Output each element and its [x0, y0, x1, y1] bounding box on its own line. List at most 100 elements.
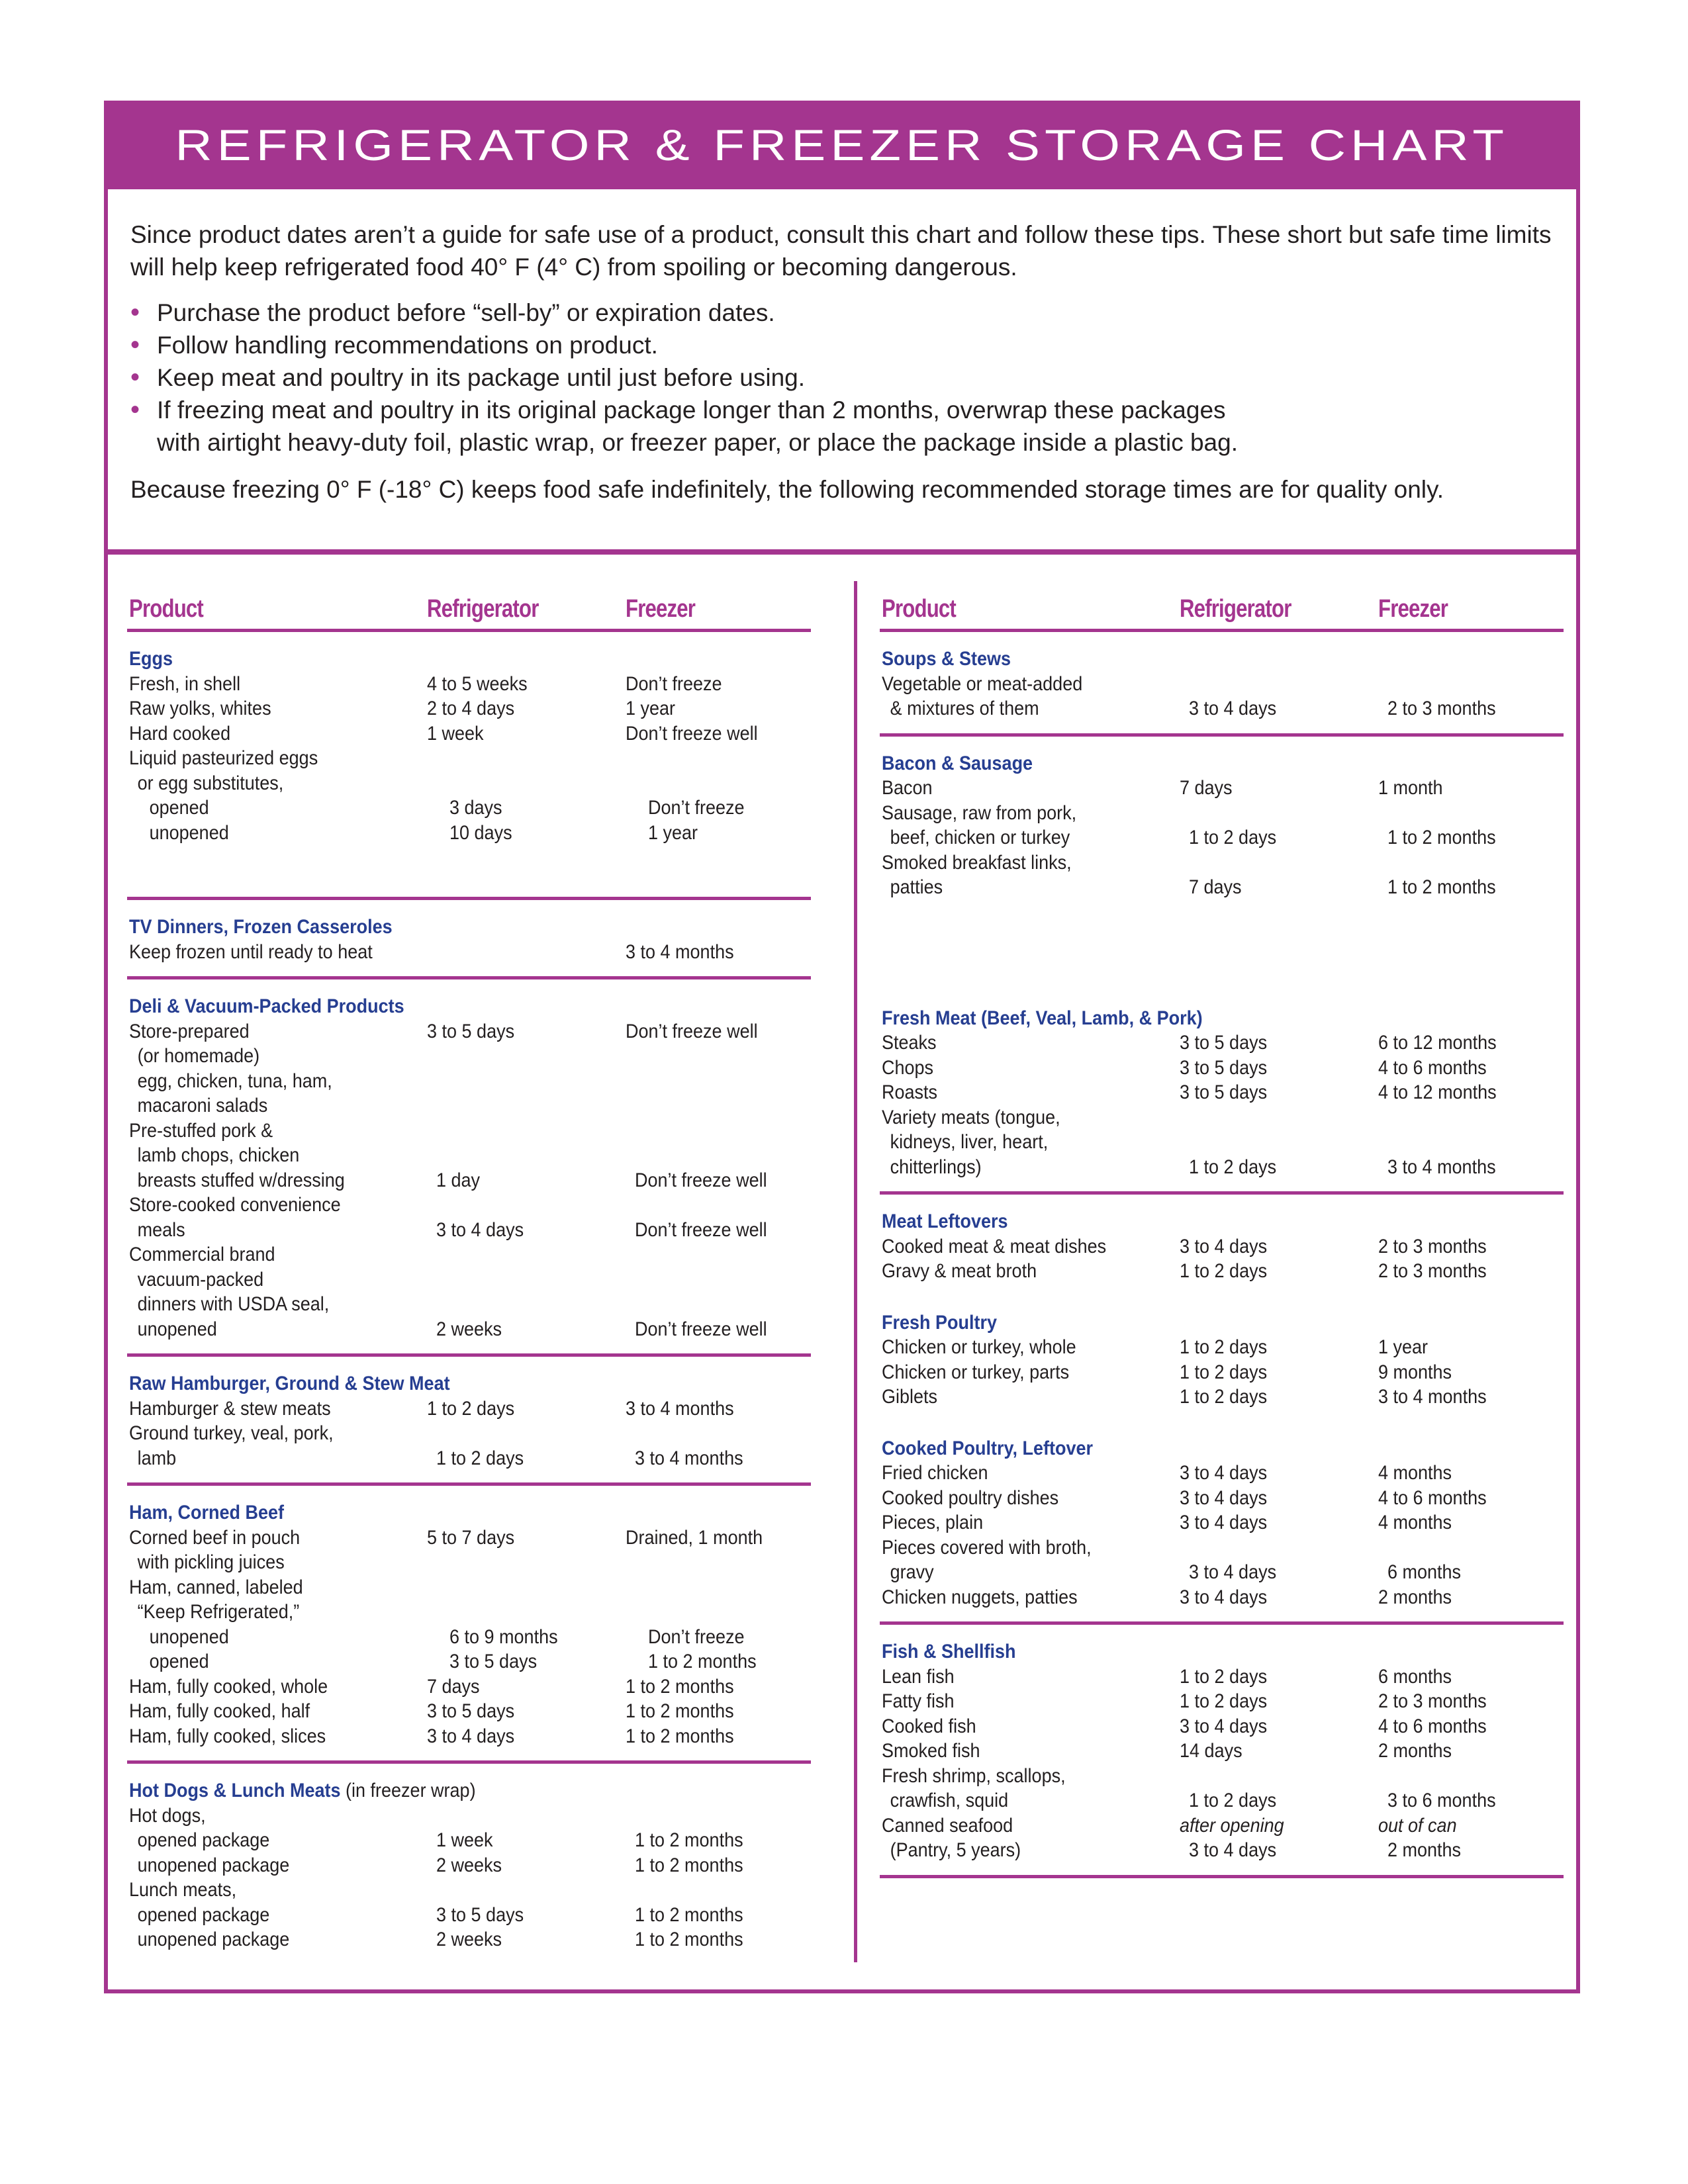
refrigerator-cell [436, 1267, 615, 1293]
table-row: Corned beef in pouch 5 to 7 days Drained, … [129, 1525, 811, 1551]
table-header: Product Refrigerator Freezer [129, 581, 811, 629]
refrigerator-cell: 3 days [449, 797, 502, 819]
bullet-icon: • [130, 298, 140, 327]
food-section: Hot Dogs & Lunch Meats (in freezer wrap)… [129, 1764, 811, 1964]
table-row: Pieces covered with broth, [882, 1535, 1564, 1561]
header-freezer: Freezer [626, 595, 696, 623]
refrigerator-cell: 3 to 4 days [427, 1725, 515, 1747]
product-cell: Pieces covered with broth, [882, 1536, 1092, 1559]
table-row: Store-cooked convenience [129, 1193, 811, 1218]
freezer-cell: 2 to 3 months [1378, 1260, 1487, 1282]
section-title: Eggs [129, 648, 173, 670]
table-row: Steaks 3 to 5 days 6 to 12 months [882, 1030, 1564, 1056]
freezer-cell [635, 1600, 793, 1625]
product-cell: opened [149, 797, 209, 819]
intro-lead: Since product dates aren’t a guide for s… [130, 221, 1552, 281]
table-row: egg, chicken, tuna, ham, [129, 1069, 811, 1094]
product-cell: with pickling juices [137, 1551, 285, 1573]
freezer-cell: Don’t freeze well [626, 722, 758, 745]
freezer-cell: 1 to 2 months [648, 1651, 757, 1672]
refrigerator-cell: 3 to 4 days [1180, 1586, 1268, 1608]
refrigerator-cell: 10 days [449, 821, 512, 844]
refrigerator-cell: 4 to 5 weeks [427, 672, 528, 695]
freezer-cell: Don’t freeze well [635, 1318, 767, 1340]
product-cell: unopened [137, 1318, 217, 1340]
refrigerator-cell: 3 to 4 days [1180, 1486, 1268, 1509]
table-row: patties 7 days 1 to 2 months [882, 875, 1564, 900]
freezer-cell [1378, 1105, 1545, 1130]
tip-item: • Follow handling recommendations on prod… [130, 329, 1560, 361]
section-title: Hot Dogs & Lunch Meats (in freezer wrap) [129, 1780, 476, 1801]
product-cell: Chicken or turkey, whole [882, 1336, 1076, 1358]
food-section: Soups & Stews Vegetable or meat-added & mi… [882, 632, 1564, 733]
food-section: TV Dinners, Frozen Casseroles Keep frozen… [129, 900, 811, 976]
table-row: Chicken or turkey, whole 1 to 2 days 1 yea… [882, 1335, 1564, 1360]
product-cell: Fatty fish [882, 1690, 955, 1712]
product-cell: Hot dogs, [129, 1804, 206, 1827]
product-cell: crawfish, squid [890, 1790, 1009, 1811]
column-divider [854, 581, 857, 1962]
refrigerator-cell [427, 746, 606, 771]
freezer-cell: 1 to 2 months [635, 1829, 743, 1851]
table-row: Keep frozen until ready to heat 3 to 4 mo… [129, 940, 811, 965]
product-cell: Sausage, raw from pork, [882, 801, 1077, 824]
table-row: opened 3 to 5 days 1 to 2 months [129, 1649, 811, 1674]
freezer-cell: 1 to 2 months [626, 1725, 734, 1747]
freezer-cell: 3 to 4 months [1378, 1386, 1487, 1408]
section-title: Soups & Stews [882, 648, 1011, 670]
product-cell: Pre-stuffed pork & [129, 1119, 273, 1142]
refrigerator-cell: after opening [1180, 1814, 1284, 1837]
product-cell: Ham, fully cooked, slices [129, 1725, 326, 1747]
left-sections: Eggs Fresh, in shell 4 to 5 weeks Don’t fre… [127, 632, 811, 1964]
table-row: Chicken nuggets, patties 3 to 4 days 2 mon… [882, 1585, 1564, 1610]
table-row: vacuum-packed [129, 1267, 811, 1293]
refrigerator-cell: 3 to 4 days [1189, 698, 1277, 719]
right-sections: Soups & Stews Vegetable or meat-added & mi… [880, 632, 1564, 1878]
refrigerator-cell: 1 week [427, 722, 484, 745]
product-cell: breasts stuffed w/dressing [137, 1169, 345, 1191]
freezer-cell: 4 to 12 months [1378, 1081, 1497, 1103]
product-cell: Ham, fully cooked, whole [129, 1675, 328, 1698]
freezer-cell [626, 1878, 792, 1903]
refrigerator-cell: 1 to 2 days [1180, 1386, 1268, 1408]
table-row: Smoked fish 14 days 2 months [882, 1739, 1564, 1764]
bullet-icon: • [130, 363, 140, 392]
table-row: breasts stuffed w/dressing 1 day Don’t fre… [129, 1168, 811, 1193]
freezer-cell [635, 1069, 793, 1094]
tip-item-continuation: with airtight heavy-duty foil, plastic w… [157, 429, 1238, 456]
table-row: Commercial brand [129, 1242, 811, 1267]
table-row: Sausage, raw from pork, [882, 801, 1564, 826]
food-section: Bacon & Sausage Bacon 7 days 1 month Sausage… [882, 737, 1564, 991]
food-section: Fresh Meat (Beef, Veal, Lamb, & Pork) Ste… [882, 991, 1564, 1192]
table-row: unopened 6 to 9 months Don’t freeze [129, 1625, 811, 1650]
table-row: Lunch meats, [129, 1878, 811, 1903]
freezer-cell [1378, 850, 1545, 876]
freezer-cell: 1 to 2 months [635, 1903, 743, 1926]
freezer-cell [1378, 1764, 1545, 1789]
freezer-cell [635, 1550, 793, 1575]
product-cell: Gravy & meat broth [882, 1260, 1037, 1282]
product-cell: beef, chicken or turkey [890, 827, 1070, 848]
refrigerator-cell [427, 1878, 606, 1903]
refrigerator-cell: 14 days [1180, 1740, 1243, 1762]
refrigerator-cell: 3 to 4 days [1180, 1512, 1268, 1533]
freezer-cell: 3 to 4 months [1387, 1156, 1496, 1178]
freezer-cell: 2 to 3 months [1387, 698, 1496, 719]
freezer-cell: 3 to 4 months [635, 1447, 743, 1469]
freezer-cell: out of can [1378, 1814, 1457, 1837]
product-cell: opened [149, 1651, 209, 1672]
freezer-cell: Don’t freeze [648, 1625, 745, 1648]
table-row: beef, chicken or turkey 1 to 2 days 1 to 2… [882, 825, 1564, 850]
table-row: Gravy & meat broth 1 to 2 days 2 to 3 mont… [882, 1259, 1564, 1284]
freezer-cell [635, 1093, 793, 1118]
product-cell: egg, chicken, tuna, ham, [137, 1069, 332, 1092]
freezer-cell [635, 1044, 793, 1069]
product-cell: Canned seafood [882, 1814, 1013, 1837]
freezer-cell: 2 to 3 months [1378, 1690, 1487, 1712]
refrigerator-cell: 3 to 4 days [1189, 1561, 1277, 1583]
product-cell: Smoked breakfast links, [882, 851, 1072, 874]
refrigerator-cell: 2 weeks [436, 1318, 502, 1340]
product-cell: Bacon [882, 777, 933, 799]
table-row: lamb chops, chicken [129, 1143, 811, 1168]
freezer-cell: 1 to 2 months [635, 1854, 743, 1876]
